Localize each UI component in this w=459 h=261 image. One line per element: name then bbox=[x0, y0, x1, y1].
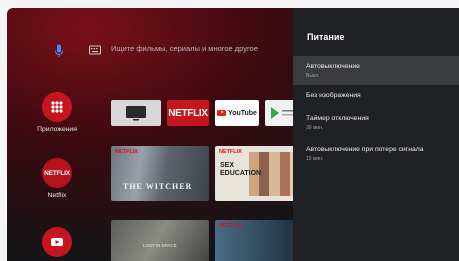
microphone-icon[interactable] bbox=[54, 44, 64, 58]
apps-grid-icon bbox=[42, 92, 72, 122]
power-settings-panel: Питание Автовыключение Выкл. Без изображ… bbox=[293, 8, 459, 261]
apps-launcher[interactable]: Приложения bbox=[29, 92, 85, 133]
netflix-badge: NETFLIX bbox=[219, 223, 242, 229]
keyboard-icon[interactable] bbox=[89, 45, 101, 55]
youtube-app[interactable] bbox=[29, 227, 85, 257]
tv-icon bbox=[126, 106, 146, 121]
netflix-tile[interactable]: NETFLIX bbox=[167, 100, 209, 126]
menu-item-sleep-timer[interactable]: Таймер отключения 30 мин. bbox=[293, 109, 459, 141]
screen-frame: Ищите фильмы, сериалы и многое другое Пр… bbox=[0, 0, 459, 261]
sex-education-poster[interactable]: NETFLIX SEX EDUCATION bbox=[215, 146, 305, 201]
netflix-badge: NETFLIX bbox=[219, 149, 242, 155]
menu-item-label: Таймер отключения bbox=[306, 115, 369, 122]
netflix-badge: NETFLIX bbox=[115, 149, 138, 155]
poster-title: LOST IN SPACE bbox=[143, 243, 177, 248]
apps-label: Приложения bbox=[37, 126, 77, 133]
content-poster[interactable]: NETFLIX bbox=[215, 220, 305, 261]
youtube-icon bbox=[42, 227, 72, 257]
menu-item-no-picture[interactable]: Без изображения bbox=[293, 86, 459, 108]
netflix-label: Netflix bbox=[47, 192, 67, 199]
poster-title-line1: SEX bbox=[220, 162, 235, 169]
youtube-tile[interactable]: YouTube bbox=[215, 100, 259, 126]
lost-in-space-poster[interactable]: LOST IN SPACE bbox=[111, 220, 209, 261]
menu-item-auto-off-no-signal[interactable]: Автовыключение при потере сигнала 15 мин… bbox=[293, 141, 459, 173]
netflix-logo-icon: NETFLIX bbox=[42, 158, 72, 188]
youtube-wordmark: YouTube bbox=[228, 109, 257, 117]
menu-item-auto-off[interactable]: Автовыключение Выкл. bbox=[293, 56, 459, 85]
menu-item-value: 30 мин. bbox=[306, 125, 324, 131]
menu-item-label: Автовыключение bbox=[306, 63, 360, 70]
poster-title: THE WITCHER bbox=[123, 182, 193, 191]
netflix-wordmark: NETFLIX bbox=[168, 107, 208, 119]
panel-title: Питание bbox=[307, 32, 345, 42]
youtube-play-icon bbox=[217, 110, 227, 116]
search-input[interactable]: Ищите фильмы, сериалы и многое другое bbox=[111, 44, 258, 53]
live-tv-tile[interactable] bbox=[111, 100, 161, 126]
menu-item-value: Выкл. bbox=[306, 73, 320, 79]
menu-item-label: Без изображения bbox=[306, 92, 361, 99]
poster-title-line2: EDUCATION bbox=[220, 170, 262, 177]
menu-item-value: 15 мин. bbox=[306, 156, 324, 162]
netflix-app[interactable]: NETFLIX Netflix bbox=[29, 158, 85, 199]
menu-item-label: Автовыключение при потере сигнала bbox=[306, 146, 424, 153]
witcher-poster[interactable]: NETFLIX THE WITCHER bbox=[111, 146, 209, 201]
